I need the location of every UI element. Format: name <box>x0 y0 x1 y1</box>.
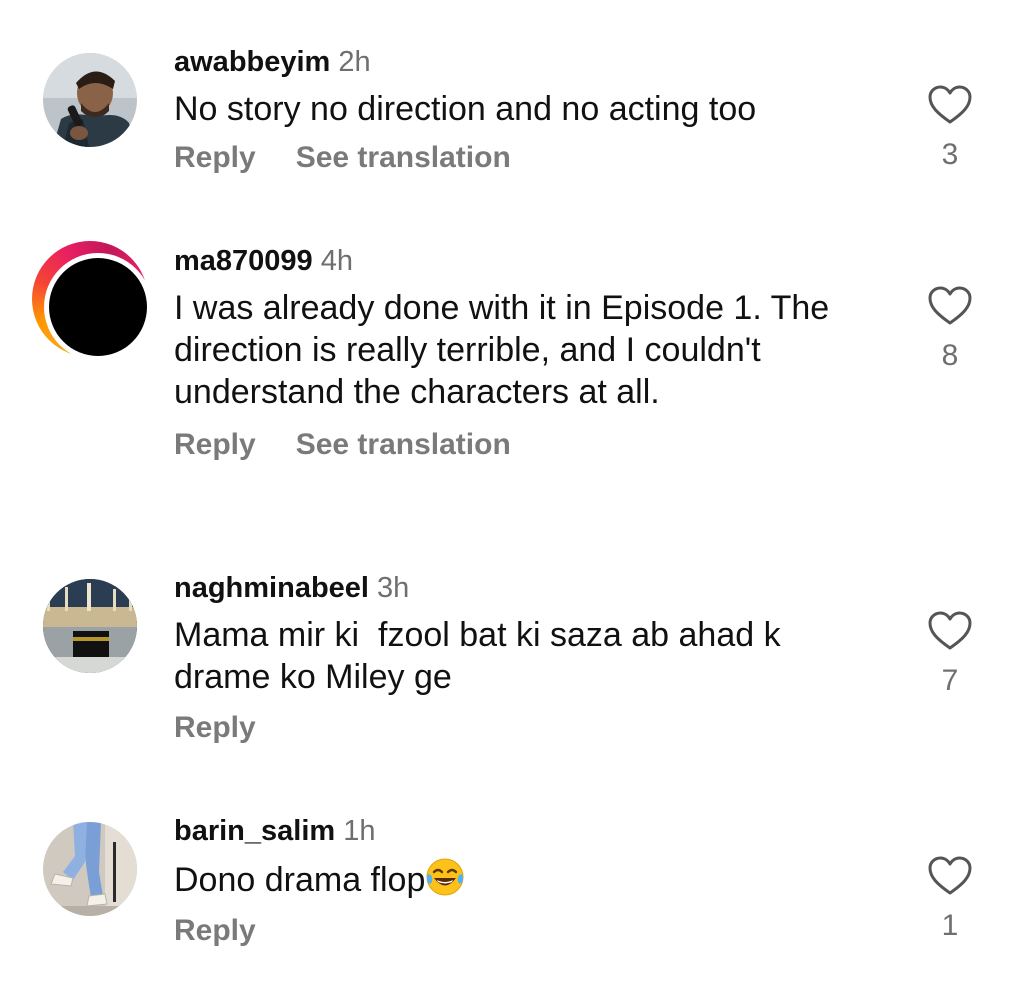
comment-header: ma870099 4h <box>174 243 874 279</box>
timestamp: 1h <box>343 815 376 847</box>
username[interactable]: ma870099 <box>174 245 313 277</box>
timestamp: 4h <box>320 245 353 277</box>
like-control: 8 <box>924 285 976 373</box>
heart-icon[interactable] <box>927 84 973 126</box>
username[interactable]: barin_salim <box>174 815 335 847</box>
like-control: 1 <box>924 855 976 943</box>
avatar[interactable] <box>40 819 140 919</box>
heart-icon[interactable] <box>927 610 973 652</box>
comment-text: I was already done with it in Episode 1.… <box>174 289 830 411</box>
black-circle-avatar-icon <box>49 258 147 356</box>
comment-text: Dono drama flop <box>174 857 874 901</box>
username[interactable]: awabbeyim <box>174 46 330 78</box>
kaaba-avatar-icon <box>43 579 137 673</box>
like-count: 1 <box>941 909 959 942</box>
timestamp: 3h <box>377 572 410 604</box>
comment-header: naghminabeel 3h <box>174 570 874 606</box>
laughing-tears-emoji-icon <box>426 858 464 896</box>
reply-button[interactable]: Reply <box>174 428 256 461</box>
man-with-microphone-avatar-icon <box>43 53 137 147</box>
avatar[interactable] <box>40 576 140 676</box>
reply-button[interactable]: Reply <box>174 141 256 174</box>
comment-text-body: Dono drama flop <box>174 861 426 899</box>
heart-icon[interactable] <box>927 285 973 327</box>
timestamp: 2h <box>338 46 371 78</box>
comment-text: No story no direction and no acting too <box>174 90 757 128</box>
see-translation-button[interactable]: See translation <box>296 141 511 174</box>
like-control: 3 <box>924 84 976 172</box>
see-translation-button[interactable]: See translation <box>296 428 511 461</box>
like-count: 8 <box>941 339 959 372</box>
like-count: 7 <box>941 664 959 697</box>
like-count: 3 <box>941 138 959 171</box>
comment-text: Mama mir ki fzool bat ki saza ab ahad k … <box>174 616 791 696</box>
avatar[interactable] <box>40 50 140 150</box>
avatar[interactable] <box>32 241 152 361</box>
like-control: 7 <box>924 610 976 698</box>
reply-button[interactable]: Reply <box>174 914 256 947</box>
reply-button[interactable]: Reply <box>174 711 256 744</box>
username[interactable]: naghminabeel <box>174 572 369 604</box>
jeans-and-sneakers-avatar-icon <box>43 822 137 916</box>
comment-header: awabbeyim 2h <box>174 44 874 80</box>
comment-header: barin_salim 1h <box>174 813 874 849</box>
heart-icon[interactable] <box>927 855 973 897</box>
